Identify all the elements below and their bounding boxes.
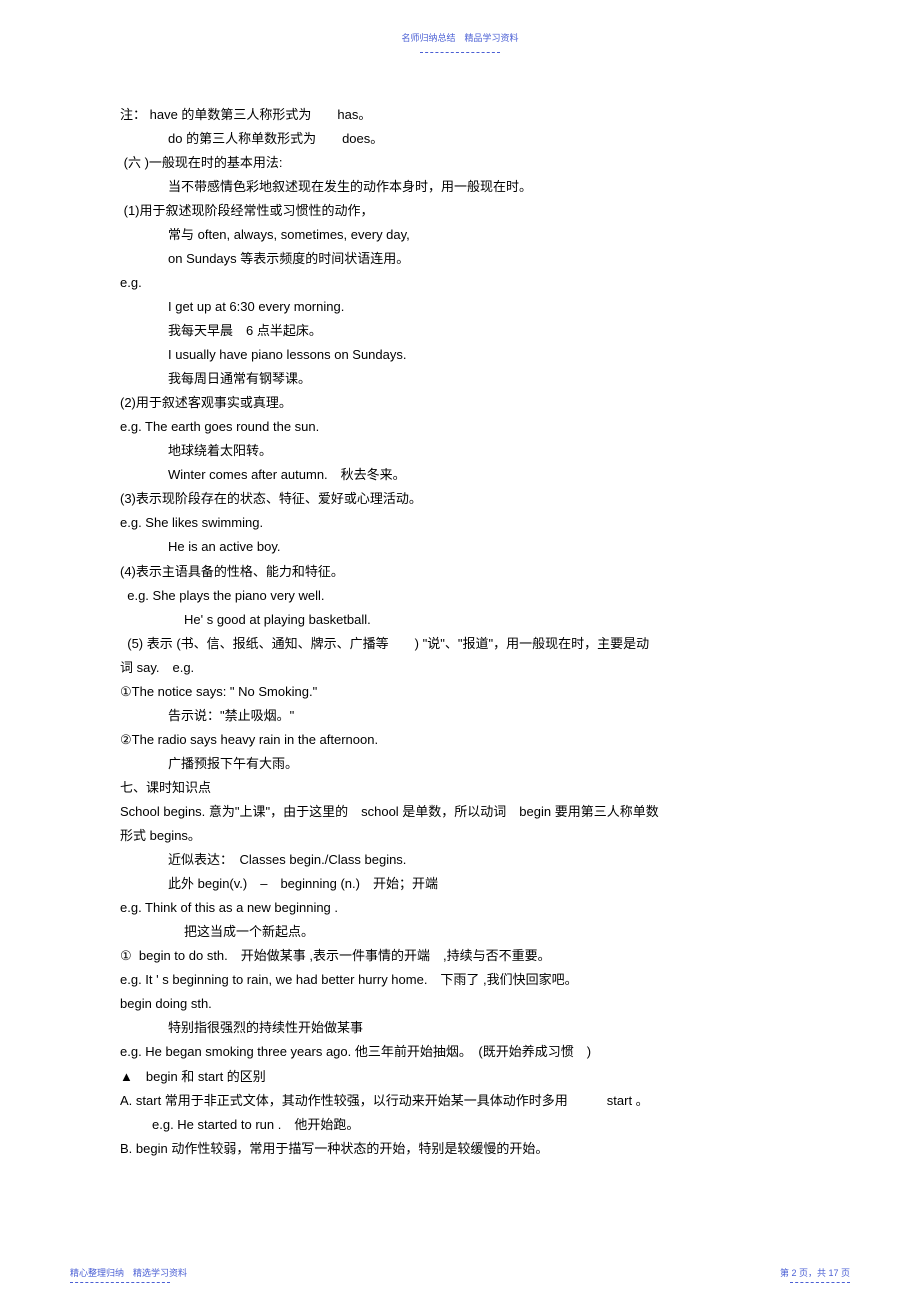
content-line: 告示说："禁止吸烟。" <box>120 704 800 728</box>
content-line: 七、课时知识点 <box>120 776 800 800</box>
content-line: A. start 常用于非正式文体，其动作性较强，以行动来开始某一具体动作时多用… <box>120 1089 800 1113</box>
content-line: ▲ begin 和 start 的区别 <box>120 1065 800 1089</box>
content-line: ②The radio says heavy rain in the aftern… <box>120 728 800 752</box>
content-line: 注： have 的单数第三人称形式为 has。 <box>120 103 800 127</box>
content-line: e.g. The earth goes round the sun. <box>120 415 800 439</box>
content-line: School begins. 意为"上课"，由于这里的 school 是单数，所… <box>120 800 800 824</box>
footer-left-underline <box>70 1282 170 1283</box>
content-line: 词 say. e.g. <box>120 656 800 680</box>
content-line: (1)用于叙述现阶段经常性或习惯性的动作， <box>120 199 800 223</box>
content-line: 特别指很强烈的持续性开始做某事 <box>120 1016 800 1040</box>
content-line: He is an active boy. <box>120 535 800 559</box>
content-line: 地球绕着太阳转。 <box>120 439 800 463</box>
content-line: 我每周日通常有钢琴课。 <box>120 367 800 391</box>
content-line: Winter comes after autumn. 秋去冬来。 <box>120 463 800 487</box>
content-line: ①The notice says: " No Smoking." <box>120 680 800 704</box>
content-line: e.g. Think of this as a new beginning . <box>120 896 800 920</box>
content-line: I usually have piano lessons on Sundays. <box>120 343 800 367</box>
content-line: He' s good at playing basketball. <box>120 608 800 632</box>
content-line: 此外 begin(v.) – beginning (n.) 开始；开端 <box>120 872 800 896</box>
content-line: (4)表示主语具备的性格、能力和特征。 <box>120 560 800 584</box>
header-underline <box>420 52 500 53</box>
footer: 精心整理归纳 精选学习资料 第 2 页，共 17 页 <box>0 1265 920 1283</box>
content-line: B. begin 动作性较弱，常用于描写一种状态的开始，特别是较缓慢的开始。 <box>120 1137 800 1161</box>
content-line: begin doing sth. <box>120 992 800 1016</box>
content-line: (5) 表示 (书、信、报纸、通知、牌示、广播等 ) "说"、"报道"，用一般现… <box>120 632 800 656</box>
content-line: e.g. He began smoking three years ago. 他… <box>120 1040 800 1064</box>
footer-right-text: 第 2 页，共 17 页 <box>780 1265 850 1282</box>
content-line: e.g. It ' s beginning to rain, we had be… <box>120 968 800 992</box>
header-text: 名师归纳总结 精品学习资料 <box>120 30 800 47</box>
content-line: on Sundays 等表示频度的时间状语连用。 <box>120 247 800 271</box>
content-line: (3)表示现阶段存在的状态、特征、爱好或心理活动。 <box>120 487 800 511</box>
content-line: e.g. He started to run . 他开始跑。 <box>120 1113 800 1137</box>
content-line: 广播预报下午有大雨。 <box>120 752 800 776</box>
footer-left-text: 精心整理归纳 精选学习资料 <box>70 1265 187 1282</box>
content-line: 常与 often, always, sometimes, every day, <box>120 223 800 247</box>
footer-right-underline <box>790 1282 850 1283</box>
document-content: 注： have 的单数第三人称形式为 has。do 的第三人称单数形式为 doe… <box>120 103 800 1161</box>
content-line: (六 )一般现在时的基本用法: <box>120 151 800 175</box>
content-line: do 的第三人称单数形式为 does。 <box>120 127 800 151</box>
content-line: 当不带感情色彩地叙述现在发生的动作本身时，用一般现在时。 <box>120 175 800 199</box>
content-line: e.g. <box>120 271 800 295</box>
content-line: e.g. She plays the piano very well. <box>120 584 800 608</box>
content-line: e.g. She likes swimming. <box>120 511 800 535</box>
content-line: 我每天早晨 6 点半起床。 <box>120 319 800 343</box>
content-line: 形式 begins。 <box>120 824 800 848</box>
content-line: 近似表达： Classes begin./Class begins. <box>120 848 800 872</box>
content-line: ① begin to do sth. 开始做某事 ,表示一件事情的开端 ,持续与… <box>120 944 800 968</box>
content-line: (2)用于叙述客观事实或真理。 <box>120 391 800 415</box>
content-line: I get up at 6:30 every morning. <box>120 295 800 319</box>
content-line: 把这当成一个新起点。 <box>120 920 800 944</box>
